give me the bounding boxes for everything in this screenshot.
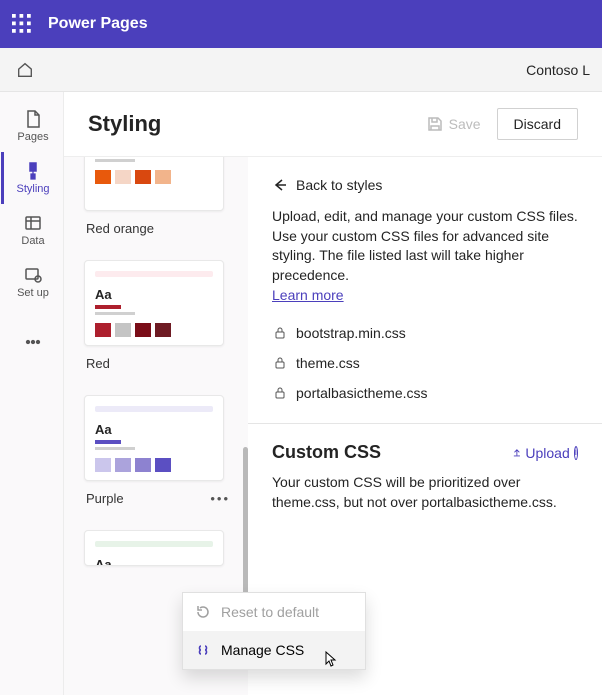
lock-icon [272, 325, 288, 341]
ctx-reset-to-default[interactable]: Reset to default [183, 593, 365, 631]
page-title: Styling [88, 111, 411, 137]
css-file-row[interactable]: theme.css [272, 355, 578, 371]
ctx-manage-label: Manage CSS [221, 642, 304, 658]
swatch [155, 458, 171, 472]
theme-card-red-orange[interactable] [84, 157, 224, 211]
nav-label: Data [21, 235, 44, 247]
theme-card-red[interactable]: Aa [84, 260, 224, 346]
custom-css-heading: Custom CSS [272, 442, 512, 463]
nav-label: Set up [17, 287, 49, 299]
theme-card-purple[interactable]: Aa [84, 395, 224, 481]
left-nav: Pages Styling Data Set up [0, 92, 64, 695]
app-bar: Power Pages [0, 0, 602, 48]
nav-item-data[interactable]: Data [1, 204, 63, 256]
learn-more-link[interactable]: Learn more [272, 287, 344, 303]
theme-context-menu: Reset to default Manage CSS [182, 592, 366, 670]
theme-more-icon[interactable]: ••• [210, 491, 230, 506]
lock-icon [272, 385, 288, 401]
section-divider [248, 423, 602, 424]
nav-label: Styling [16, 183, 49, 195]
command-bar: Contoso L [0, 48, 602, 92]
lock-icon [272, 355, 288, 371]
content-header: Styling Save Discard [64, 92, 602, 157]
custom-css-header: Custom CSS Upload i [272, 442, 578, 463]
swatch [155, 170, 171, 184]
css-file-row[interactable]: bootstrap.min.css [272, 325, 578, 341]
swatch [95, 323, 111, 337]
save-label: Save [449, 116, 481, 132]
theme-sample-text: Aa [95, 287, 213, 302]
tenant-name: Contoso L [526, 62, 590, 78]
nav-item-setup[interactable]: Set up [1, 256, 63, 308]
theme-sample-text: Aa [95, 422, 213, 437]
upload-link[interactable]: Upload i [512, 445, 578, 461]
custom-css-description: Your custom CSS will be prioritized over… [272, 473, 578, 512]
theme-label-red: Red [86, 356, 248, 371]
css-file-name: theme.css [296, 355, 360, 371]
ctx-manage-css[interactable]: Manage CSS [183, 631, 365, 669]
css-file-name: portalbasictheme.css [296, 385, 428, 401]
theme-card-green-partial[interactable]: Aa [84, 530, 224, 566]
info-icon[interactable]: i [574, 446, 578, 460]
css-file-row[interactable]: portalbasictheme.css [272, 385, 578, 401]
swatch [115, 323, 131, 337]
back-to-styles-link[interactable]: Back to styles [272, 177, 382, 193]
css-file-name: bootstrap.min.css [296, 325, 406, 341]
theme-label-purple: Purple••• [86, 491, 248, 506]
product-name: Power Pages [48, 15, 148, 33]
ctx-reset-label: Reset to default [221, 604, 319, 620]
swatch [135, 458, 151, 472]
app-launcher-icon[interactable] [12, 14, 32, 34]
swatch [115, 170, 131, 184]
back-label: Back to styles [296, 177, 382, 193]
discard-label: Discard [514, 116, 561, 132]
swatch [95, 458, 111, 472]
upload-label: Upload [525, 445, 569, 461]
save-button[interactable]: Save [411, 108, 497, 140]
swatch [155, 323, 171, 337]
swatch [135, 323, 151, 337]
css-file-list: bootstrap.min.css theme.css portalbasicthe… [272, 325, 578, 401]
discard-button[interactable]: Discard [497, 108, 578, 140]
home-icon[interactable] [16, 61, 34, 79]
theme-sample-text: Aa [95, 557, 213, 566]
nav-item-pages[interactable]: Pages [1, 100, 63, 152]
swatch [115, 458, 131, 472]
theme-label-red-orange: Red orange [86, 221, 248, 236]
swatch [95, 170, 111, 184]
nav-label: Pages [17, 131, 48, 143]
nav-item-more[interactable] [1, 316, 63, 368]
detail-description: Upload, edit, and manage your custom CSS… [272, 207, 578, 285]
swatch [135, 170, 151, 184]
nav-item-styling[interactable]: Styling [1, 152, 63, 204]
